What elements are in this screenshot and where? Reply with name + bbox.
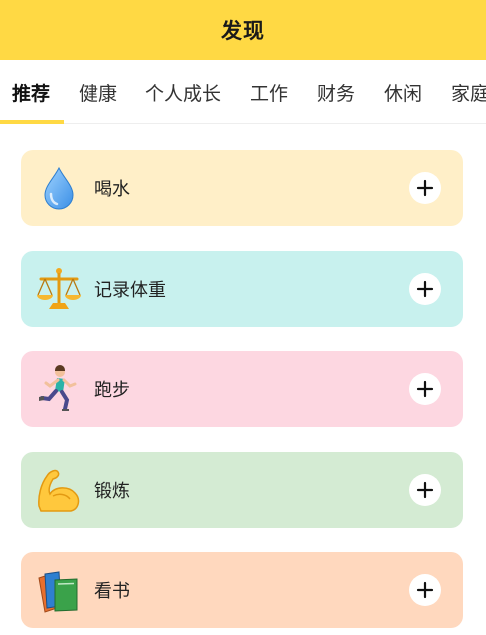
category-tabs: 推荐 健康 个人成长 工作 财务 休闲 家庭 bbox=[0, 60, 486, 124]
flexed-biceps-icon bbox=[35, 466, 83, 514]
habit-label: 看书 bbox=[94, 581, 130, 602]
habit-label: 跑步 bbox=[94, 380, 130, 401]
plus-icon bbox=[416, 380, 434, 398]
water-drop-icon bbox=[35, 164, 83, 212]
habit-card-weight[interactable]: 记录体重 bbox=[21, 251, 463, 327]
habit-card-running[interactable]: 跑步 bbox=[21, 351, 463, 427]
add-habit-button[interactable] bbox=[409, 273, 441, 305]
habit-card-water[interactable]: 喝水 bbox=[21, 150, 463, 226]
tab-family[interactable]: 家庭 bbox=[451, 60, 486, 123]
habit-label: 锻炼 bbox=[94, 481, 130, 502]
tab-health[interactable]: 健康 bbox=[79, 60, 117, 123]
add-habit-button[interactable] bbox=[409, 373, 441, 405]
plus-icon bbox=[416, 179, 434, 197]
tab-recommended[interactable]: 推荐 bbox=[12, 60, 50, 123]
add-habit-button[interactable] bbox=[409, 172, 441, 204]
add-habit-button[interactable] bbox=[409, 474, 441, 506]
plus-icon bbox=[416, 581, 434, 599]
header-bar: 发现 bbox=[0, 0, 486, 60]
tab-finance[interactable]: 财务 bbox=[317, 60, 355, 123]
tab-work[interactable]: 工作 bbox=[250, 60, 288, 123]
tab-personal-growth[interactable]: 个人成长 bbox=[145, 60, 221, 123]
running-person-icon bbox=[35, 365, 83, 413]
plus-icon bbox=[416, 481, 434, 499]
add-habit-button[interactable] bbox=[409, 574, 441, 606]
habit-label: 喝水 bbox=[94, 179, 130, 200]
page-title: 发现 bbox=[221, 19, 265, 43]
plus-icon bbox=[416, 280, 434, 298]
habit-label: 记录体重 bbox=[94, 280, 166, 301]
active-tab-indicator bbox=[0, 120, 64, 124]
balance-scale-icon bbox=[35, 265, 83, 313]
books-icon bbox=[35, 566, 83, 614]
habit-card-reading[interactable]: 看书 bbox=[21, 552, 463, 628]
habit-card-exercise[interactable]: 锻炼 bbox=[21, 452, 463, 528]
tab-leisure[interactable]: 休闲 bbox=[384, 60, 422, 123]
